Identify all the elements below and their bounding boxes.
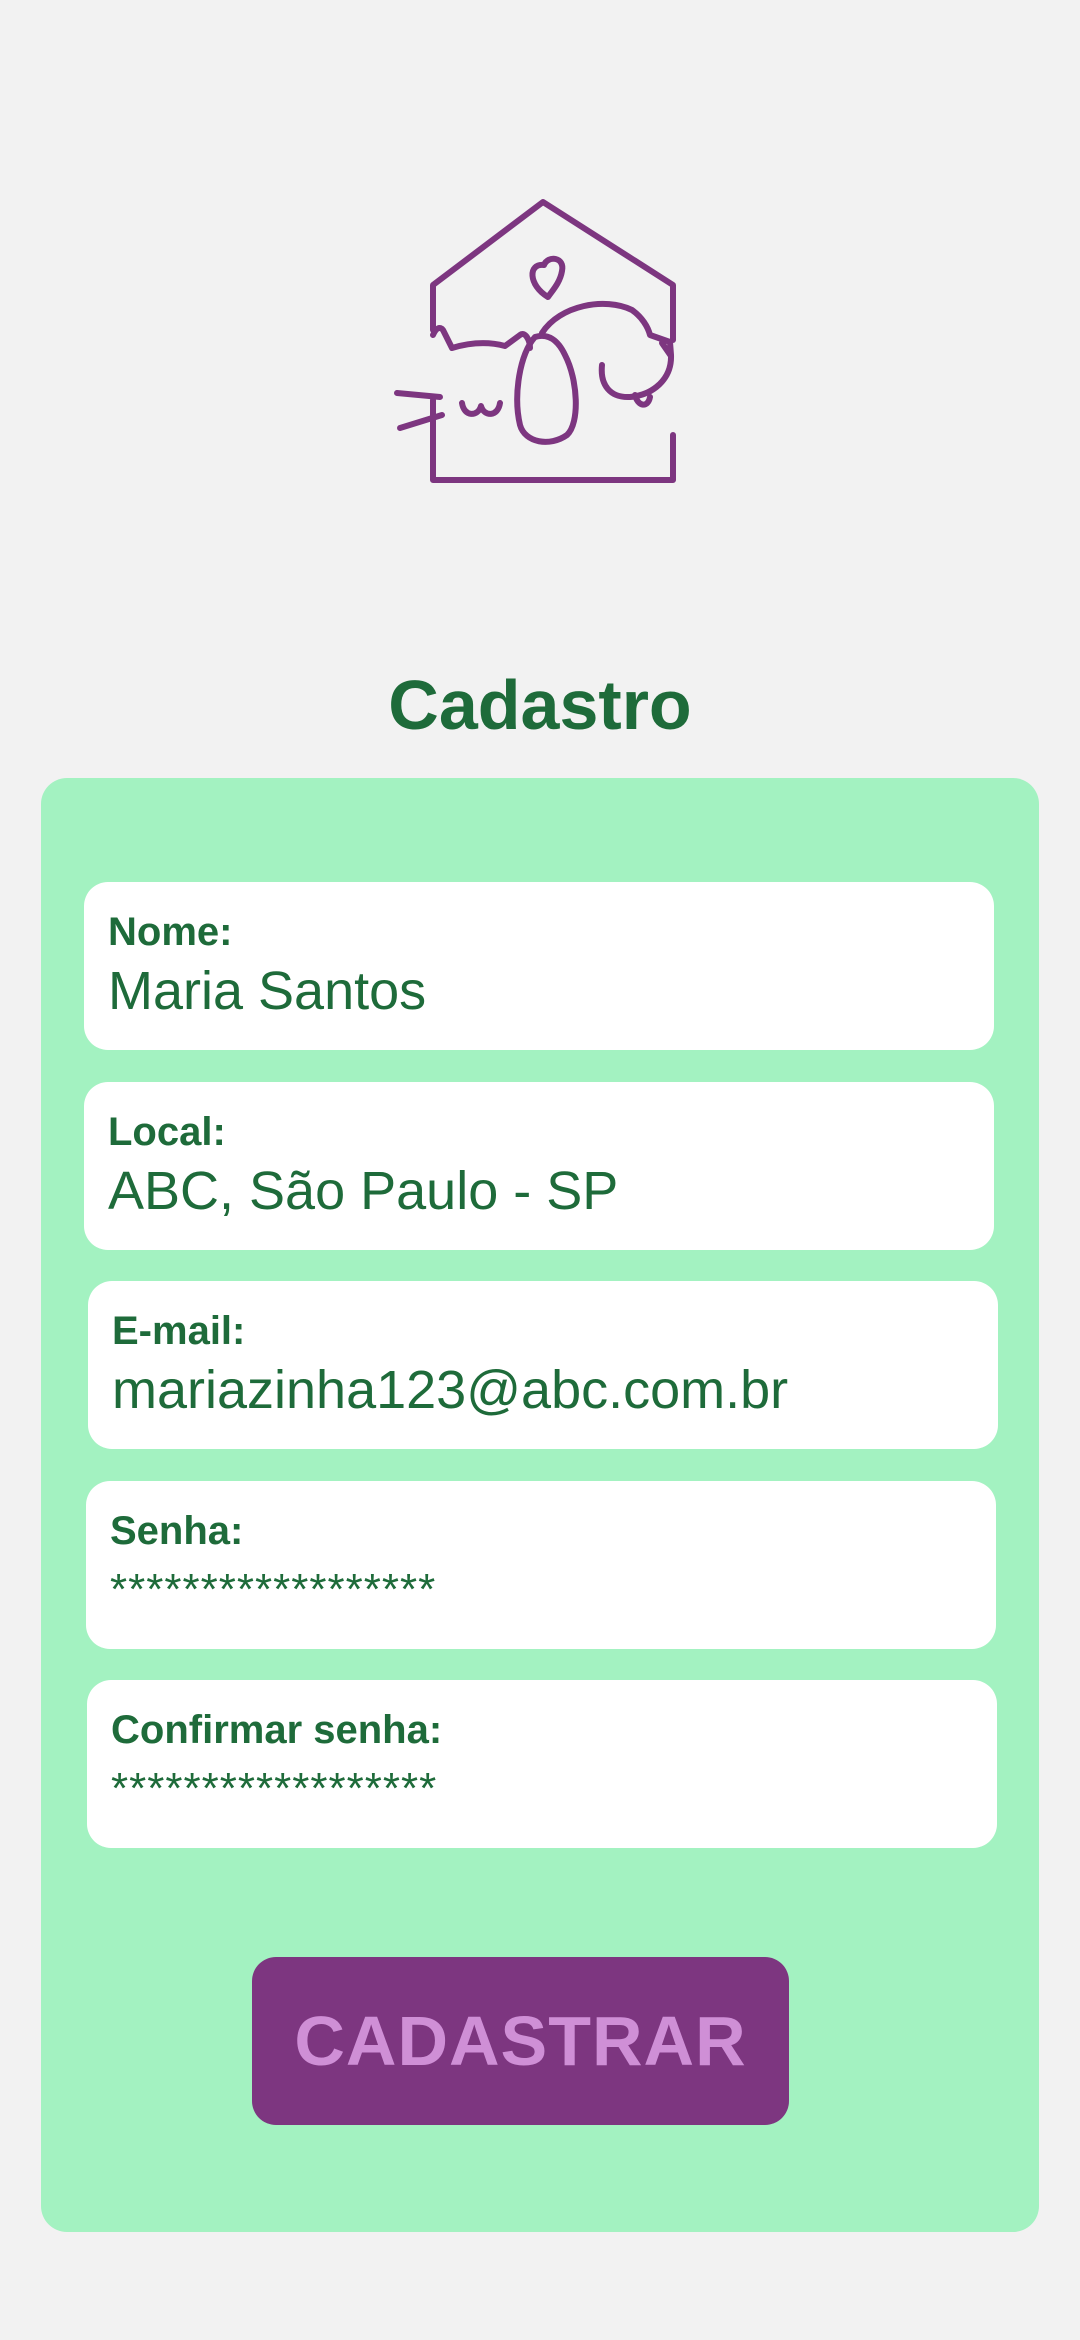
email-label: E-mail:	[112, 1309, 246, 1353]
password-input[interactable]: ******************	[110, 1557, 996, 1623]
confirm-password-label: Confirmar senha:	[111, 1708, 443, 1752]
email-field[interactable]: E-mail: mariazinha123@abc.com.br	[88, 1281, 998, 1449]
confirm-password-field[interactable]: Confirmar senha: ******************	[87, 1680, 997, 1848]
pet-house-logo-icon	[380, 185, 700, 495]
password-label: Senha:	[110, 1509, 244, 1553]
location-label: Local:	[108, 1110, 226, 1154]
location-input[interactable]: ABC, São Paulo - SP	[108, 1158, 994, 1224]
name-input[interactable]: Maria Santos	[108, 958, 994, 1024]
register-button[interactable]: CADASTRAR	[252, 1957, 789, 2125]
page-title: Cadastro	[388, 666, 692, 744]
name-field[interactable]: Nome: Maria Santos	[84, 882, 994, 1050]
confirm-password-input[interactable]: ******************	[111, 1756, 997, 1822]
email-input[interactable]: mariazinha123@abc.com.br	[112, 1357, 998, 1423]
location-field[interactable]: Local: ABC, São Paulo - SP	[84, 1082, 994, 1250]
password-field[interactable]: Senha: ******************	[86, 1481, 996, 1649]
name-label: Nome:	[108, 910, 233, 954]
